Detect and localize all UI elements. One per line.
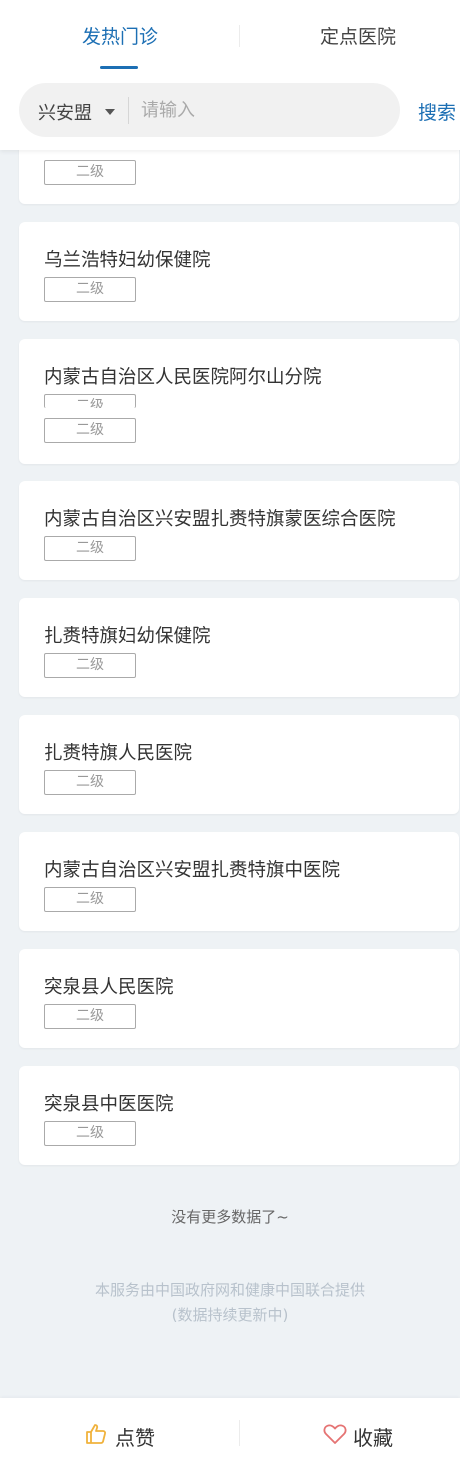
region-select[interactable]: 兴安盟 (38, 99, 92, 125)
hospital-name: 突泉县人民医院 (44, 977, 174, 998)
hospital-name: 扎赉特旗人民医院 (44, 743, 193, 764)
active-tab-indicator (100, 66, 138, 69)
hospital-card[interactable]: 乌兰浩特妇幼保健院 二级 (19, 222, 459, 321)
service-note-line: (数据持续更新中) (171, 1306, 289, 1324)
hospital-name: 内蒙古自治区兴安盟扎赉特旗中医院 (44, 860, 341, 881)
hospital-name: 内蒙古自治区人民医院阿尔山分院 (44, 367, 322, 388)
service-note: 本服务由中国政府网和健康中国联合提供 (数据持续更新中) (0, 1278, 460, 1328)
tab-divider (239, 25, 240, 47)
favorite-button[interactable]: 收藏 (300, 1398, 460, 1468)
favorite-label: 收藏 (353, 1426, 393, 1450)
heart-icon (323, 1423, 347, 1449)
tab-bar: 发热门诊 定点医院 (0, 0, 460, 72)
hospital-name: 乌兰浩特妇幼保健院 (44, 250, 211, 271)
hospital-name: 内蒙古自治区兴安盟扎赉特旗蒙医综合医院 (44, 509, 396, 530)
footer-bar: 点赞 收藏 (0, 1398, 460, 1468)
search-input[interactable] (141, 95, 381, 125)
hospital-name: 扎赉特旗妇幼保健院 (44, 626, 211, 647)
hospital-card[interactable]: 内蒙古自治区兴安盟扎赉特旗蒙医综合医院 二级 (19, 481, 459, 580)
search-divider (128, 97, 129, 124)
hospital-card[interactable]: 内蒙古自治区人民医院阿尔山分院 二级 二级 (19, 339, 459, 464)
like-button[interactable]: 点赞 (60, 1398, 260, 1468)
header: 发热门诊 定点医院 兴安盟 搜索 (0, 0, 460, 150)
hospital-card[interactable]: 内蒙古自治区兴安盟扎赉特旗中医院 二级 (19, 832, 459, 931)
hospital-card[interactable]: 突泉县中医医院 二级 (19, 1066, 459, 1165)
no-more-data-text: 没有更多数据了~ (171, 1208, 289, 1226)
caret-down-icon[interactable] (105, 109, 115, 115)
hospital-card[interactable]: 突泉县人民医院 二级 (19, 949, 459, 1048)
search-bar: 兴安盟 (19, 83, 400, 137)
tab-fever-clinic[interactable]: 发热门诊 (40, 22, 200, 49)
level-badge: 二级 (44, 418, 136, 443)
hospital-card[interactable]: 扎赉特旗人民医院 二级 (19, 715, 459, 814)
footer-divider (239, 1420, 240, 1446)
like-label: 点赞 (115, 1426, 155, 1450)
level-badge-duplicate: 二级 (44, 394, 136, 408)
search-button[interactable]: 搜索 (418, 98, 456, 125)
level-badge: 二级 (44, 653, 136, 678)
tab-designated-hospital[interactable]: 定点医院 (278, 22, 438, 49)
hospital-card[interactable]: 扎赉特旗妇幼保健院 二级 (19, 598, 459, 697)
level-badge: 二级 (44, 536, 136, 561)
service-note-line: 本服务由中国政府网和健康中国联合提供 (94, 1281, 365, 1299)
thumbs-up-icon (85, 1423, 107, 1449)
level-badge: 二级 (44, 770, 136, 795)
level-badge: 二级 (44, 1121, 136, 1146)
level-badge: 二级 (44, 1004, 136, 1029)
level-badge: 二级 (44, 160, 136, 185)
hospital-name: 突泉县中医医院 (44, 1094, 174, 1115)
level-badge: 二级 (44, 277, 136, 302)
level-badge: 二级 (44, 887, 136, 912)
